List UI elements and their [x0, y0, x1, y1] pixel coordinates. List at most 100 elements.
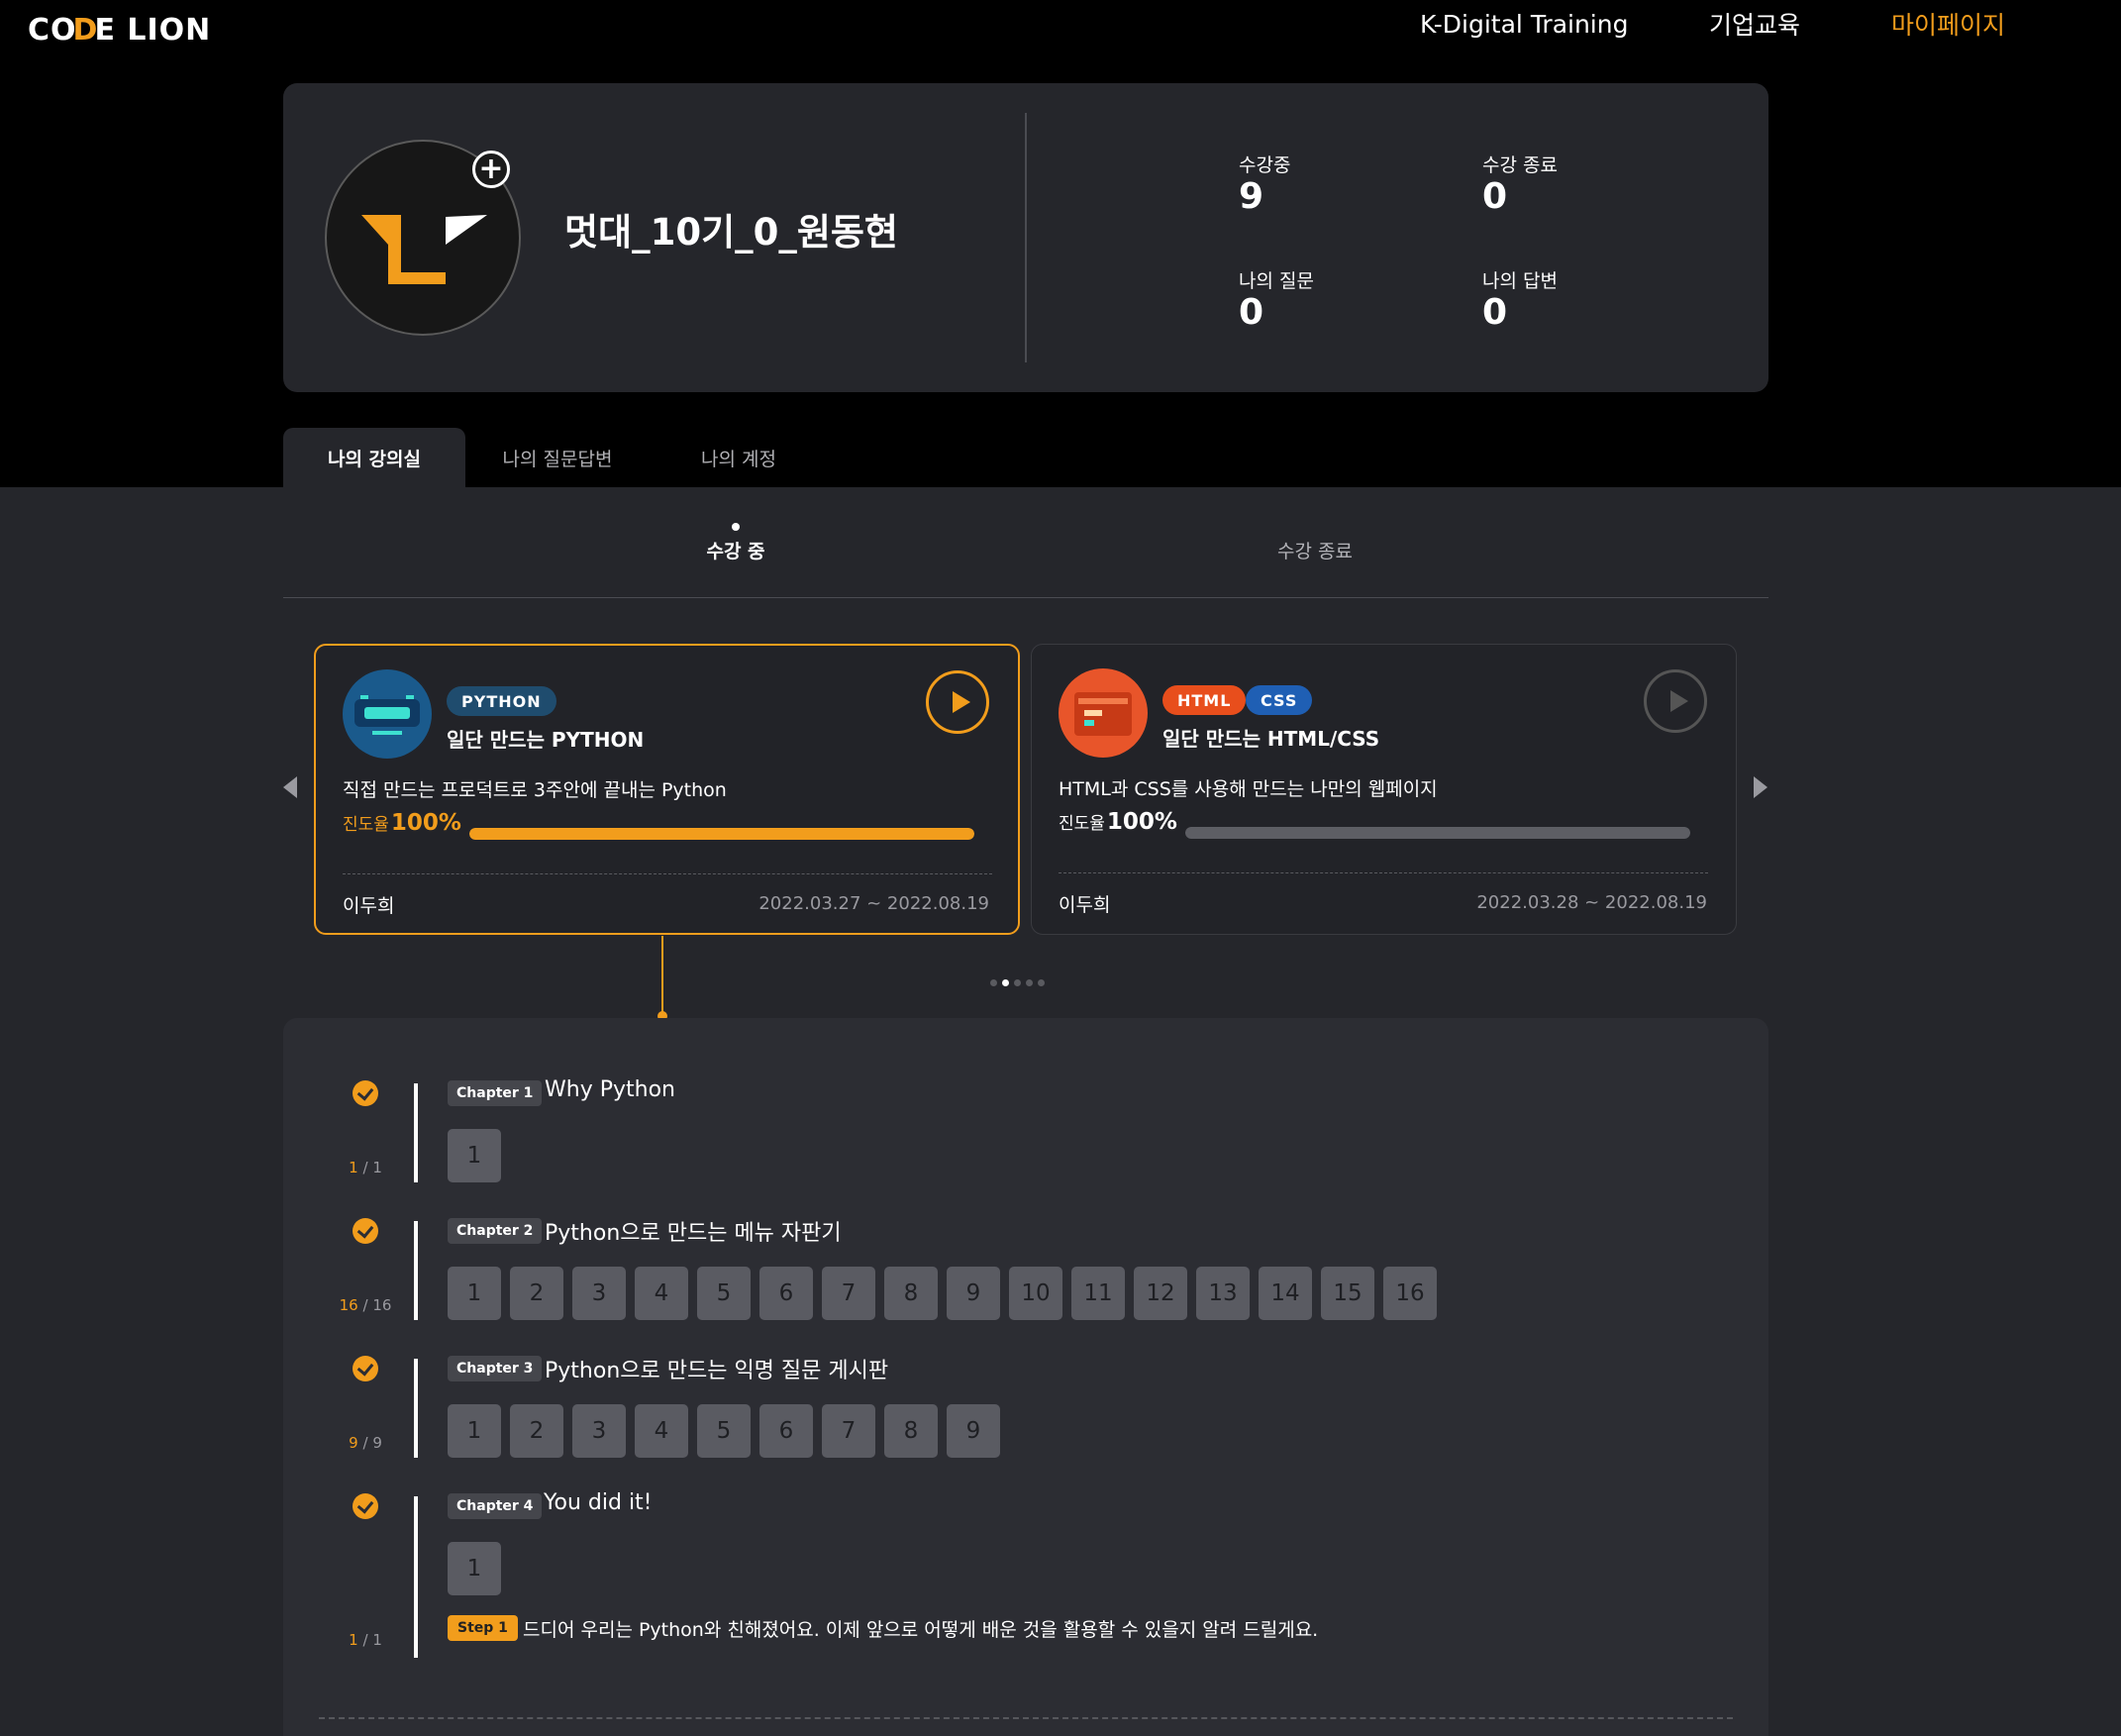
nav-corporate-education[interactable]: 기업교육 [1709, 6, 1800, 42]
chapter-title: You did it! [544, 1490, 653, 1515]
course-card-html-css[interactable]: HTML CSS 일단 만드는 HTML/CSS HTML과 CSS를 사용해 … [1031, 644, 1737, 935]
progress-bar-fill [469, 828, 974, 840]
lesson-list: 1 2 3 4 5 6 7 8 9 [448, 1404, 1000, 1458]
chapter-done-count: 9 [349, 1434, 358, 1452]
lesson-button[interactable]: 14 [1259, 1267, 1312, 1320]
course-card-python[interactable]: PYTHON 일단 만드는 PYTHON 직접 만드는 프로덕트로 3주안에 끝… [314, 644, 1020, 935]
code-lion-logo[interactable]: CO D E LION [28, 8, 211, 51]
lesson-button[interactable]: 1 [448, 1267, 501, 1320]
tab-my-account[interactable]: 나의 계정 [650, 428, 828, 487]
progress-label: 진도율 100% [343, 810, 461, 836]
carousel-prev-arrow[interactable] [283, 776, 297, 798]
chapter-progress-count: 16 / 16 [321, 1296, 410, 1314]
tab-my-qna[interactable]: 나의 질문답변 [465, 428, 650, 487]
card-divider [1059, 872, 1708, 873]
lesson-button[interactable]: 16 [1383, 1267, 1437, 1320]
chapter-total-count: 9 [372, 1434, 382, 1452]
pager-dot[interactable] [1002, 979, 1009, 986]
lesson-button[interactable]: 4 [635, 1267, 688, 1320]
lesson-button[interactable]: 7 [822, 1267, 875, 1320]
lesson-button[interactable]: 15 [1321, 1267, 1374, 1320]
lesson-button[interactable]: 5 [697, 1267, 751, 1320]
chapter-done-count: 1 [349, 1159, 358, 1176]
lesson-button[interactable]: 10 [1009, 1267, 1062, 1320]
pager-dot[interactable] [990, 979, 997, 986]
chapter-total-count: 1 [372, 1631, 382, 1649]
course-period: 2022.03.27 ~ 2022.08.19 [758, 893, 989, 914]
nav-k-digital-training[interactable]: K-Digital Training [1420, 6, 1628, 42]
chapter-done-count: 1 [349, 1631, 358, 1649]
stat-label: 수강중 [1239, 154, 1291, 176]
profile-card: + 멋대_10기_0_원동현 수강중 9 수강 종료 0 나의 질문 0 나의 … [283, 83, 1768, 392]
python-course-thumbnail [343, 669, 432, 759]
course-title: 일단 만드는 HTML/CSS [1162, 727, 1380, 751]
lesson-button[interactable]: 9 [947, 1404, 1000, 1458]
lesson-button[interactable]: 5 [697, 1404, 751, 1458]
course-period: 2022.03.28 ~ 2022.08.19 [1476, 892, 1707, 913]
chapter-done-count: 16 [339, 1296, 358, 1314]
stat-enrolled: 수강중 9 [1239, 151, 1290, 217]
lesson-button[interactable]: 9 [947, 1267, 1000, 1320]
instructor-name: 이두희 [1059, 894, 1111, 916]
lesson-button[interactable]: 3 [572, 1404, 626, 1458]
card-divider [343, 873, 992, 874]
logo-text-2: E LION [94, 12, 212, 48]
chapter-badge: Chapter 1 [448, 1080, 543, 1106]
stat-my-questions: 나의 질문 0 [1239, 266, 1314, 333]
stat-value: 9 [1239, 176, 1264, 217]
lesson-button[interactable]: 6 [759, 1267, 813, 1320]
chapter-total-count: 16 [372, 1296, 392, 1314]
lesson-button[interactable]: 4 [635, 1404, 688, 1458]
stat-label: 나의 답변 [1482, 270, 1558, 292]
chapter-progress-count: 1 / 1 [321, 1159, 410, 1176]
course-description: HTML과 CSS를 사용해 만드는 나만의 웹페이지 [1059, 778, 1438, 800]
progress-bar-fill [1185, 827, 1690, 839]
lesson-button[interactable]: 1 [448, 1129, 501, 1182]
progress-caption: 진도율 [343, 815, 389, 835]
progress-percent: 100% [1106, 809, 1177, 835]
instructor-name: 이두희 [343, 895, 395, 917]
count-separator: / [362, 1296, 368, 1314]
progress-bar [469, 828, 974, 840]
lesson-button[interactable]: 2 [510, 1404, 563, 1458]
lesson-button[interactable]: 11 [1071, 1267, 1125, 1320]
play-button[interactable] [1644, 669, 1707, 733]
lesson-button[interactable]: 1 [448, 1404, 501, 1458]
logo-text-1: CO [28, 12, 77, 48]
chapter-title: Why Python [545, 1077, 675, 1102]
course-tag: CSS [1246, 685, 1313, 715]
lesson-button[interactable]: 8 [884, 1404, 938, 1458]
nav-mypage[interactable]: 마이페이지 [1891, 6, 2005, 42]
stat-value: 0 [1482, 292, 1508, 333]
chapter-progress-count: 1 / 1 [321, 1631, 410, 1649]
lesson-button[interactable]: 3 [572, 1267, 626, 1320]
lesson-button[interactable]: 8 [884, 1267, 938, 1320]
step-text[interactable]: 드디어 우리는 Python와 친해졌어요. 이제 앞으로 어떻게 배운 것을 … [523, 1615, 1318, 1642]
course-tag: HTML [1162, 685, 1247, 715]
progress-bar [1185, 827, 1690, 839]
lesson-button[interactable]: 6 [759, 1404, 813, 1458]
lesson-button[interactable]: 13 [1196, 1267, 1250, 1320]
subtab-finished[interactable]: 수강 종료 [1216, 537, 1414, 563]
tab-my-classroom[interactable]: 나의 강의실 [283, 428, 465, 487]
lesson-list: 1 [448, 1129, 501, 1182]
lesson-button[interactable]: 1 [448, 1542, 501, 1595]
count-separator: / [362, 1159, 368, 1176]
profile-divider [1025, 113, 1027, 362]
pager-dot[interactable] [1014, 979, 1021, 986]
count-separator: / [362, 1434, 368, 1452]
carousel-next-arrow[interactable] [1754, 776, 1768, 798]
check-circle-icon [353, 1218, 378, 1244]
lesson-button[interactable]: 2 [510, 1267, 563, 1320]
subtab-in-progress[interactable]: 수강 중 [637, 537, 835, 563]
add-avatar-button[interactable]: + [472, 151, 510, 188]
lesson-button[interactable]: 12 [1134, 1267, 1187, 1320]
lesson-button[interactable]: 7 [822, 1404, 875, 1458]
selected-card-connector [661, 936, 663, 1015]
stat-completed: 수강 종료 0 [1482, 151, 1558, 217]
pager-dot[interactable] [1038, 979, 1045, 986]
check-circle-icon [353, 1356, 378, 1381]
carousel-pager [990, 979, 1045, 986]
play-button[interactable] [926, 670, 989, 734]
pager-dot[interactable] [1026, 979, 1033, 986]
